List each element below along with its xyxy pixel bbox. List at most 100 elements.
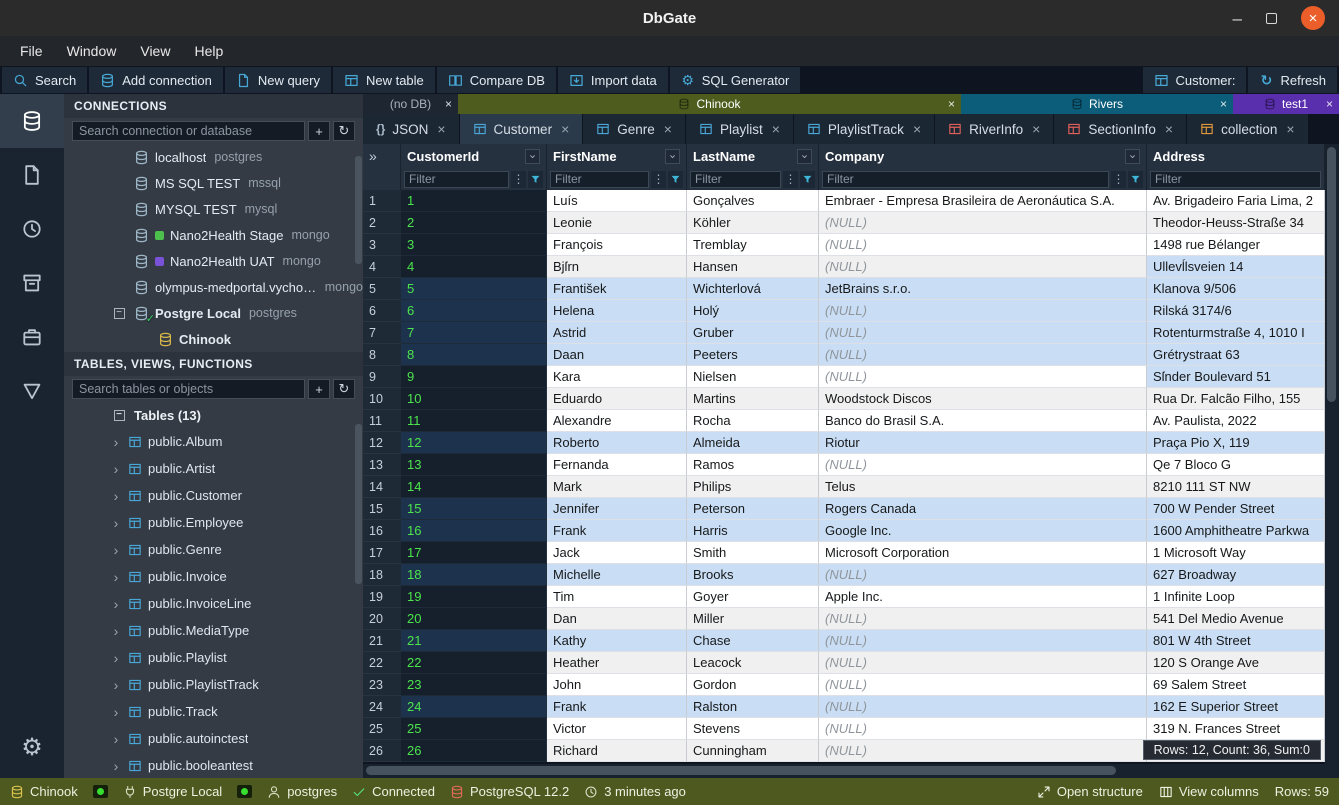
activity-history[interactable] — [0, 202, 64, 256]
cell-address[interactable]: Qe 7 Bloco G — [1147, 454, 1325, 476]
cell-lastname[interactable]: Hansen — [687, 256, 819, 278]
cell-address[interactable]: Praça Pio X, 119 — [1147, 432, 1325, 454]
cell-address[interactable]: 162 E Superior Street — [1147, 696, 1325, 718]
cell-customerid[interactable]: 3 — [401, 234, 547, 256]
row-number[interactable]: 15 — [363, 498, 401, 520]
cell-company[interactable]: (NULL) — [819, 234, 1147, 256]
connection-item-nano2health-stage[interactable]: Nano2Health Stagemongo — [64, 222, 363, 248]
cell-lastname[interactable]: Cunningham — [687, 740, 819, 762]
maximize-button[interactable] — [1266, 13, 1277, 24]
row-number[interactable]: 21 — [363, 630, 401, 652]
cell-customerid[interactable]: 13 — [401, 454, 547, 476]
cell-address[interactable]: Av. Brigadeiro Faria Lima, 2 — [1147, 190, 1325, 212]
row-number[interactable]: 20 — [363, 608, 401, 630]
status-view-columns[interactable]: View columns — [1159, 784, 1259, 799]
cell-firstname[interactable]: Heather — [547, 652, 687, 674]
status-open-structure[interactable]: Open structure — [1037, 784, 1143, 799]
cell-customerid[interactable]: 8 — [401, 344, 547, 366]
row-number[interactable]: 14 — [363, 476, 401, 498]
activity-plugins[interactable] — [0, 310, 64, 364]
cell-company[interactable]: Banco do Brasil S.A. — [819, 410, 1147, 432]
table-item-public-autoinctest[interactable]: ›public.autoinctest — [64, 725, 363, 752]
cell-firstname[interactable]: Richard — [547, 740, 687, 762]
connection-item-olympus-medportal-vychozi-cz[interactable]: olympus-medportal.vychozi.czmongo — [64, 274, 363, 300]
table-item-public-mediatype[interactable]: ›public.MediaType — [64, 617, 363, 644]
close-icon[interactable]: × — [664, 121, 672, 137]
cell-firstname[interactable]: Kathy — [547, 630, 687, 652]
row-number[interactable]: 5 — [363, 278, 401, 300]
cell-company[interactable]: (NULL) — [819, 454, 1147, 476]
cell-firstname[interactable]: Kara — [547, 366, 687, 388]
vertical-scrollbar-thumb[interactable] — [1327, 147, 1336, 402]
cell-customerid[interactable]: 4 — [401, 256, 547, 278]
table-item-public-customer[interactable]: ›public.Customer — [64, 482, 363, 509]
connection-item-nano2health-uat[interactable]: Nano2Health UATmongo — [64, 248, 363, 274]
cell-lastname[interactable]: Chase — [687, 630, 819, 652]
cell-firstname[interactable]: Astrid — [547, 322, 687, 344]
cell-lastname[interactable]: Ralston — [687, 696, 819, 718]
cell-firstname[interactable]: Dan — [547, 608, 687, 630]
cell-lastname[interactable]: Smith — [687, 542, 819, 564]
cell-customerid[interactable]: 23 — [401, 674, 547, 696]
cell-customerid[interactable]: 24 — [401, 696, 547, 718]
table-item-public-genre[interactable]: ›public.Genre — [64, 536, 363, 563]
close-icon[interactable]: × — [948, 97, 955, 111]
table-item-public-album[interactable]: ›public.Album — [64, 428, 363, 455]
cell-company[interactable]: (NULL) — [819, 256, 1147, 278]
row-number[interactable]: 18 — [363, 564, 401, 586]
cell-firstname[interactable]: Michelle — [547, 564, 687, 586]
toolbar-button-add-connection[interactable]: Add connection — [89, 67, 223, 93]
cell-company[interactable]: (NULL) — [819, 630, 1147, 652]
tab-playlisttrack[interactable]: PlaylistTrack× — [794, 114, 935, 144]
toolbar-button-search[interactable]: Search — [2, 67, 87, 93]
cell-firstname[interactable]: Fernanda — [547, 454, 687, 476]
toolbar-button-refresh[interactable]: ↻Refresh — [1248, 67, 1337, 93]
column-header-address[interactable]: Address — [1147, 144, 1325, 168]
cell-company[interactable]: (NULL) — [819, 344, 1147, 366]
cell-firstname[interactable]: Jennifer — [547, 498, 687, 520]
table-item-public-invoiceline[interactable]: ›public.InvoiceLine — [64, 590, 363, 617]
minimize-button[interactable]: – — [1233, 10, 1242, 27]
column-header-customerid[interactable]: CustomerId — [401, 144, 547, 168]
cell-customerid[interactable]: 5 — [401, 278, 547, 300]
close-icon[interactable]: × — [437, 121, 445, 137]
table-item-public-playlist[interactable]: ›public.Playlist — [64, 644, 363, 671]
cell-firstname[interactable]: Jack — [547, 542, 687, 564]
connection-item-localhost[interactable]: localhostpostgres — [64, 144, 363, 170]
cell-firstname[interactable]: Eduardo — [547, 388, 687, 410]
cell-company[interactable]: Embraer - Empresa Brasileira de Aeronáut… — [819, 190, 1147, 212]
cell-company[interactable]: (NULL) — [819, 674, 1147, 696]
cell-customerid[interactable]: 14 — [401, 476, 547, 498]
cell-lastname[interactable]: Gruber — [687, 322, 819, 344]
cell-firstname[interactable]: František — [547, 278, 687, 300]
tab-playlist[interactable]: Playlist× — [686, 114, 794, 144]
cell-company[interactable]: JetBrains s.r.o. — [819, 278, 1147, 300]
cell-lastname[interactable]: Almeida — [687, 432, 819, 454]
cell-customerid[interactable]: 20 — [401, 608, 547, 630]
cell-firstname[interactable]: Roberto — [547, 432, 687, 454]
activity-query-designer[interactable] — [0, 364, 64, 418]
cell-customerid[interactable]: 26 — [401, 740, 547, 762]
row-number[interactable]: 17 — [363, 542, 401, 564]
row-number[interactable]: 23 — [363, 674, 401, 696]
filter-menu-icon[interactable]: ⋮ — [651, 171, 666, 188]
row-number[interactable]: 19 — [363, 586, 401, 608]
cell-lastname[interactable]: Miller — [687, 608, 819, 630]
row-number[interactable]: 3 — [363, 234, 401, 256]
connection-item-chinook[interactable]: Chinook — [64, 326, 363, 352]
cell-company[interactable]: (NULL) — [819, 300, 1147, 322]
row-number[interactable]: 10 — [363, 388, 401, 410]
connection-item-postgre-local[interactable]: −✓Postgre Localpostgres — [64, 300, 363, 326]
row-number[interactable]: 8 — [363, 344, 401, 366]
cell-customerid[interactable]: 22 — [401, 652, 547, 674]
row-number[interactable]: 7 — [363, 322, 401, 344]
tables-search-input[interactable] — [72, 379, 305, 399]
tab-genre[interactable]: Genre× — [583, 114, 686, 144]
cell-firstname[interactable]: Luís — [547, 190, 687, 212]
table-item-public-booleantest[interactable]: ›public.booleantest — [64, 752, 363, 778]
cell-customerid[interactable]: 11 — [401, 410, 547, 432]
table-item-public-employee[interactable]: ›public.Employee — [64, 509, 363, 536]
connection-item-ms-sql-test[interactable]: MS SQL TESTmssql — [64, 170, 363, 196]
cell-company[interactable]: Riotur — [819, 432, 1147, 454]
close-button[interactable]: × — [1301, 6, 1325, 30]
